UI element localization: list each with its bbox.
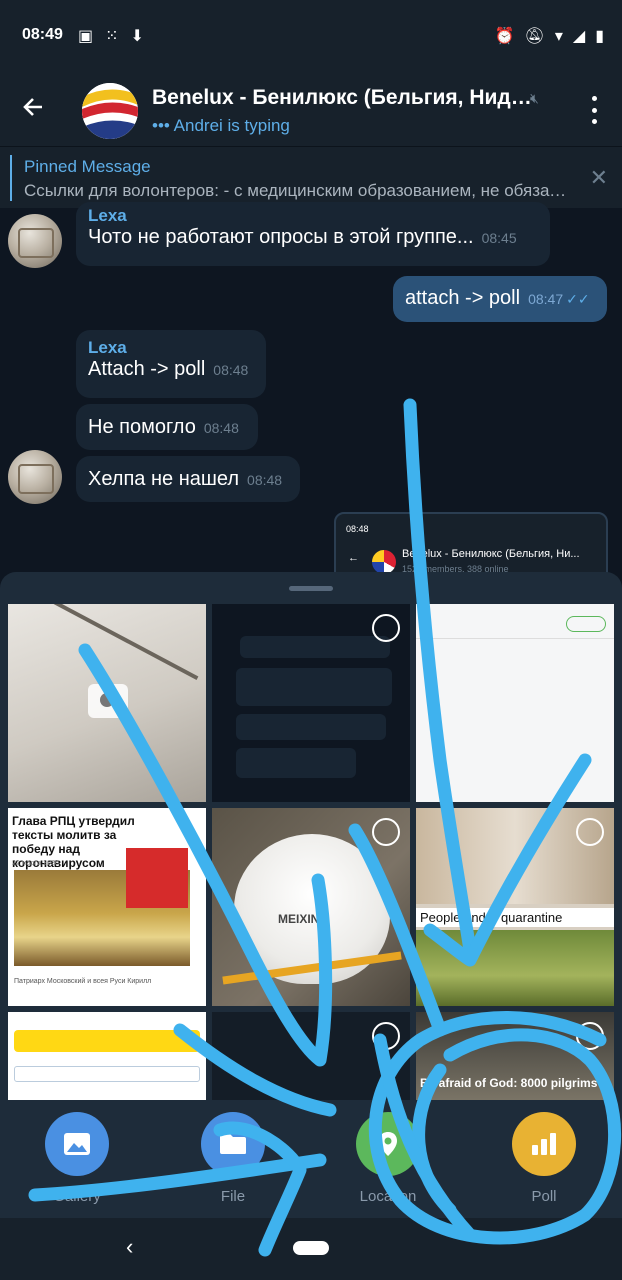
preview-time: 08:48 [346,524,369,534]
location-button[interactable]: Location [343,1112,433,1205]
attach-sheet: Глава РПЦ утвердил тексты молитв за побе… [0,572,622,1218]
news-caption: Патриарх Московский и всея Руси Кирилл [14,978,152,985]
message-bubble[interactable]: Lexa Attach -> poll 08:48 [76,330,266,398]
gallery-photo[interactable]: MEIXIN [212,808,410,1006]
pinned-message[interactable]: Pinned Message Ссылки для волонтеров: - … [0,146,622,208]
message-time: 08:47 [528,291,564,307]
message-text: attach -> poll [405,287,521,309]
avatar[interactable] [8,214,62,268]
location-label: Location [359,1188,417,1205]
wifi-icon: ▾ [554,28,563,45]
typing-dots-icon: ••• [152,116,170,135]
back-arrow-icon: ← [348,552,359,564]
pinned-accent-bar [10,155,12,201]
message-text: Хелпа не нашел [88,468,240,490]
group-avatar[interactable] [82,83,138,139]
gallery-photo[interactable] [212,1012,410,1100]
sheet-handle[interactable] [289,586,333,591]
mute-icon: 🔇︎ [530,90,539,106]
gallery-label: Gallery [53,1188,101,1205]
gallery-photo[interactable] [416,604,614,802]
message-text: Не помогло [88,416,196,438]
message-sender[interactable]: Lexa [88,206,538,226]
battery-icon: ▮ [595,28,604,45]
message-sender[interactable]: Lexa [88,338,254,358]
message-bubble[interactable]: Хелпа не нашел 08:48 [76,456,300,502]
message-time: 08:48 [213,362,249,378]
select-circle[interactable] [372,1022,400,1050]
gallery-photo[interactable] [212,604,410,802]
more-menu-icon[interactable] [588,96,600,124]
pinned-text: Ссылки для волонтеров: - с медицинским о… [24,181,570,200]
image-icon [45,1112,109,1176]
poll-label: Poll [531,1188,557,1205]
nav-back-icon[interactable]: ‹ [126,1234,133,1260]
alarm-icon: ⏰ [494,28,515,45]
download-icon: ⬇ [130,28,144,45]
signal-icon: ◢ [572,28,586,45]
pinned-title: Pinned Message [24,157,151,176]
system-nav-bar: ‹ [0,1218,622,1280]
nav-home-pill[interactable] [293,1241,329,1255]
status-time: 08:49 [22,26,63,43]
message-bubble-outgoing[interactable]: attach -> poll 08:47 ✓✓ [393,276,607,322]
quarantine-caption: People under quarantine [416,908,614,927]
message-bubble[interactable]: Не помогло 08:48 [76,404,258,450]
select-circle[interactable] [576,1022,604,1050]
status-left-icons: ▣ ⁙ ⬇ [78,26,144,46]
file-button[interactable]: File [188,1112,278,1205]
select-circle[interactable] [372,818,400,846]
camera-icon [88,684,128,718]
status-bar: 08:49 ▣ ⁙ ⬇ ⏰ 🔕︎ ▾ ◢ ▮ [0,0,622,74]
message-time: 08:45 [481,230,517,246]
message-text: Чото не работают опросы в этой группе... [88,226,474,248]
message-text: Attach -> poll [88,358,206,380]
poll-chart-icon [512,1112,576,1176]
status-right-icons: ⏰ 🔕︎ ▾ ◢ ▮ [495,26,604,46]
chat-title[interactable]: Benelux - Бенилюкс (Бельгия, Нидерланды,… [152,86,532,110]
camera-tile[interactable] [8,604,206,802]
gallery-photo[interactable]: Be afraid of God: 8000 pilgrims [416,1012,614,1100]
location-pin-icon [356,1112,420,1176]
typing-text: Andrei is typing [173,116,290,135]
message-time: 08:48 [203,420,239,436]
preview-title: Benelux - Бенилюкс (Бельгия, Ни... [402,548,580,560]
select-circle[interactable] [576,818,604,846]
folder-icon [201,1112,265,1176]
message-bubble[interactable]: Lexa Чото не работают опросы в этой груп… [76,202,550,266]
bell-off-icon: 🔕︎ [524,28,545,45]
image-icon: ▣ [78,28,94,45]
message-time: 08:48 [247,472,283,488]
dots-grid-icon: ⁙ [105,28,119,45]
typing-status: ••• Andrei is typing [152,116,290,136]
close-icon[interactable]: ✕ [590,165,608,191]
select-circle[interactable] [372,614,400,642]
group-avatar [372,550,396,574]
avatar[interactable] [8,450,62,504]
gallery-photo[interactable]: People under quarantine [416,808,614,1006]
gallery-button[interactable]: Gallery [32,1112,122,1205]
chat-header: Benelux - Бенилюкс (Бельгия, Нидерланды,… [0,74,622,146]
gallery-photo[interactable] [8,1012,206,1100]
gallery-photo[interactable]: Глава РПЦ утвердил тексты молитв за побе… [8,808,206,1006]
news-date: 22 марта 2020 [12,860,59,867]
mask-brand: MEIXIN [278,912,320,926]
attach-options-bar: Gallery File Location Poll [0,1100,622,1218]
photo-caption: Be afraid of God: 8000 pilgrims [420,1076,598,1090]
double-check-icon: ✓✓ [566,291,590,307]
back-arrow-icon[interactable] [20,94,52,126]
file-label: File [220,1188,246,1205]
poll-button[interactable]: Poll [499,1112,589,1205]
